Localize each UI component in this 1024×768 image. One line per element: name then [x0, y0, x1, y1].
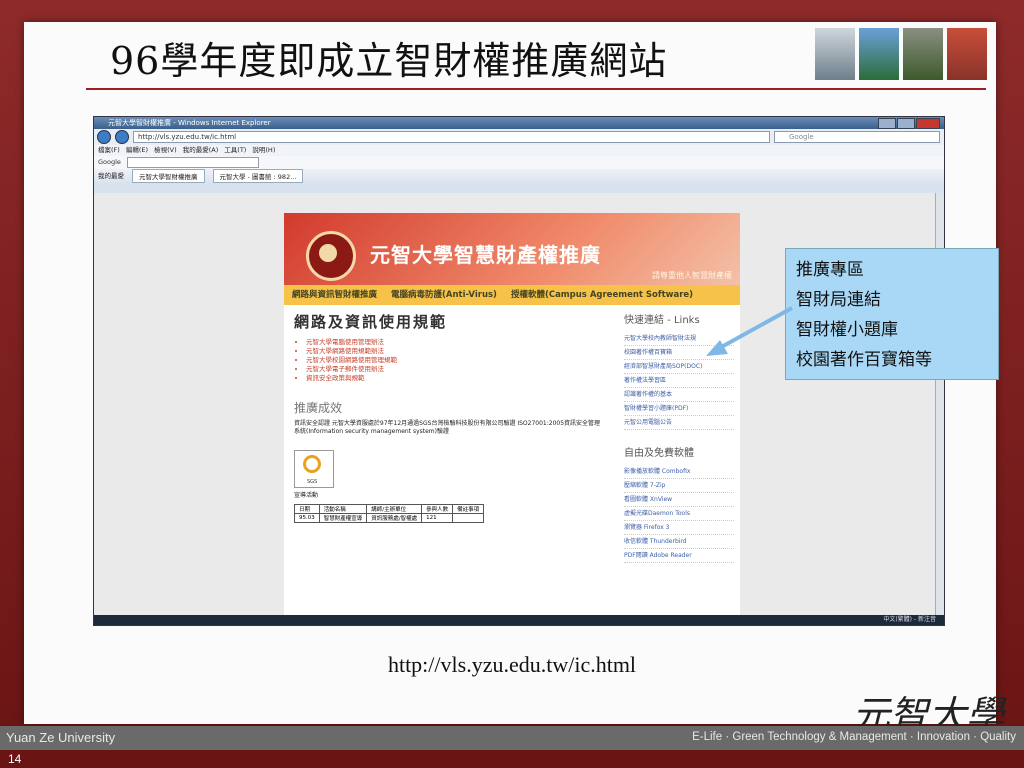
- browser-titlebar: 元智大學智財權推廣 - Windows Internet Explorer: [94, 117, 944, 129]
- nav-item-software[interactable]: 授權軟體(Campus Agreement Software): [511, 285, 693, 305]
- callout-line: 智財局連結: [796, 290, 881, 310]
- callout-line: 智財權小題庫: [796, 320, 898, 340]
- software-link[interactable]: PDF閱讀 Adobe Reader: [624, 549, 734, 563]
- software-link[interactable]: 看圖軟體 XnView: [624, 493, 734, 507]
- free-software-heading: 自由及免費軟體: [624, 448, 694, 459]
- address-bar: http://vls.yzu.edu.tw/ic.html Google: [94, 129, 944, 145]
- banner-title: 元智大學智慧財產權推廣: [370, 243, 601, 267]
- close-button[interactable]: [916, 118, 940, 129]
- footer-university: Yuan Ze University: [6, 730, 116, 745]
- quick-link[interactable]: 認識著作權的基本: [624, 388, 734, 402]
- campus-photo-3: [903, 28, 943, 80]
- window-title: 元智大學智財權推廣 - Windows Internet Explorer: [108, 119, 271, 127]
- achievement-text: 資訊安全認證 元智大學資服處於97年12月通過SGS台灣檢驗科技股份有限公司驗證…: [294, 420, 601, 435]
- tab-other[interactable]: 元智大學 - 圖書館 : 982...: [212, 169, 304, 183]
- quick-link[interactable]: 著作權法學習區: [624, 374, 734, 388]
- footer-slogan: E-Life · Green Technology & Management ·…: [692, 731, 1016, 743]
- section-heading: 網路及資訊使用規範: [294, 313, 448, 331]
- maximize-button[interactable]: [897, 118, 915, 129]
- page-number: 14: [8, 752, 22, 766]
- achievement-heading: 推廣成效: [294, 401, 343, 415]
- ime-status: 中文(繁體) - 新注音: [883, 616, 936, 623]
- nav-item-antivirus[interactable]: 電腦病毒防護(Anti-Virus): [391, 285, 497, 305]
- rule-link[interactable]: 元智大學校園網路使用管理規範: [306, 356, 604, 365]
- table-header: 活動名稱: [318, 504, 368, 514]
- rules-list: 元智大學電腦使用管理辦法 元智大學網路使用規範辦法 元智大學校園網路使用管理規範…: [294, 338, 604, 383]
- university-seal-icon: [306, 231, 356, 281]
- callout-arrow-icon: [706, 306, 793, 356]
- google-search-input[interactable]: [126, 157, 259, 168]
- campus-photo-2: [859, 28, 899, 80]
- callout-box: 推廣專區 智財局連結 智財權小題庫 校園著作百寶箱等: [785, 248, 999, 380]
- table-header: 講師/主辦單位: [366, 504, 423, 514]
- site-nav: 網路與資訊智財權推廣 電腦病毒防護(Anti-Virus) 授權軟體(Campu…: [284, 285, 740, 305]
- search-input[interactable]: Google: [774, 131, 940, 143]
- favorites-bar: 我的最愛 元智大學智財權推廣 元智大學 - 圖書館 : 982...: [94, 169, 944, 183]
- software-link[interactable]: 瀏覽器 Firefox 3: [624, 521, 734, 535]
- menu-bar[interactable]: 檔案(F) 編輯(E) 檢視(V) 我的最愛(A) 工具(T) 說明(H): [94, 145, 944, 156]
- rule-link[interactable]: 元智大學電子郵件使用辦法: [306, 365, 604, 374]
- main-column: 網路及資訊使用規範 元智大學電腦使用管理辦法 元智大學網路使用規範辦法 元智大學…: [284, 305, 614, 529]
- slide-title: 96學年度即成立智財權推廣網站: [110, 39, 668, 83]
- table-cell: 智慧財產權宣導: [318, 513, 368, 523]
- back-icon[interactable]: [97, 130, 111, 144]
- url-caption: http://vls.yzu.edu.tw/ic.html: [387, 652, 637, 677]
- table-header-row: 日期 活動名稱 講師/主辦單位 參與人數 備註事項: [294, 504, 485, 514]
- callout-line: 校園著作百寶箱等: [796, 350, 932, 370]
- footer-bar: Yuan Ze University E-Life · Green Techno…: [0, 726, 1024, 750]
- table-header: 日期: [294, 504, 320, 514]
- campus-photo-strip: [815, 28, 987, 80]
- site-banner: 元智大學智慧財產權推廣 請尊重他人智慧財產權: [284, 213, 740, 285]
- table-cell: 95.03: [294, 513, 320, 523]
- table-cell: [452, 513, 485, 523]
- quick-link[interactable]: 經濟部智慧財產局SOP(DOC): [624, 360, 734, 374]
- rule-link[interactable]: 元智大學網路使用規範辦法: [306, 347, 604, 356]
- software-link[interactable]: 壓縮軟體 7-Zip: [624, 479, 734, 493]
- forward-icon[interactable]: [115, 130, 129, 144]
- window-controls: [878, 118, 940, 129]
- quick-link[interactable]: 元智公用電腦公告: [624, 416, 734, 430]
- sgs-certification-icon: SGS: [294, 450, 334, 488]
- favorites-button[interactable]: 我的最愛: [98, 169, 124, 183]
- quick-link[interactable]: 智財權學習小題庫(PDF): [624, 402, 734, 416]
- software-link[interactable]: 影像播放軟體 Combofix: [624, 465, 734, 479]
- google-toolbar: Google: [94, 156, 944, 169]
- google-label: Google: [98, 158, 121, 166]
- table-cell: 資訊服務處/智權處: [366, 513, 423, 523]
- status-bar: 中文(繁體) - 新注音: [94, 615, 944, 625]
- activity-label: 宣導活動: [294, 492, 319, 499]
- web-page: 元智大學智慧財產權推廣 請尊重他人智慧財產權 網路與資訊智財權推廣 電腦病毒防護…: [284, 213, 740, 615]
- rule-link[interactable]: 元智大學電腦使用管理辦法: [306, 338, 604, 347]
- table-cell: 121: [421, 513, 454, 523]
- minimize-button[interactable]: [878, 118, 896, 129]
- banner-subtitle: 請尊重他人智慧財產權: [652, 271, 732, 280]
- software-link[interactable]: 收信軟體 Thunderbird: [624, 535, 734, 549]
- table-row: 95.03 智慧財產權宣導 資訊服務處/智權處 121: [294, 513, 485, 523]
- nav-item-ip[interactable]: 網路與資訊智財權推廣: [292, 285, 377, 305]
- activity-table: 日期 活動名稱 講師/主辦單位 參與人數 備註事項 95.03 智慧財產權宣導 …: [294, 504, 485, 523]
- url-field[interactable]: http://vls.yzu.edu.tw/ic.html: [133, 131, 770, 143]
- tab-active[interactable]: 元智大學智財權推廣: [132, 169, 205, 183]
- campus-photo-1: [815, 28, 855, 80]
- table-header: 備註事項: [452, 504, 485, 514]
- callout-line: 推廣專區: [796, 260, 864, 280]
- rule-link[interactable]: 資訊安全政策與規範: [306, 374, 604, 383]
- software-link[interactable]: 虛擬光碟Daemon Tools: [624, 507, 734, 521]
- campus-photo-4: [947, 28, 987, 80]
- table-header: 參與人數: [421, 504, 454, 514]
- title-divider: [86, 88, 986, 90]
